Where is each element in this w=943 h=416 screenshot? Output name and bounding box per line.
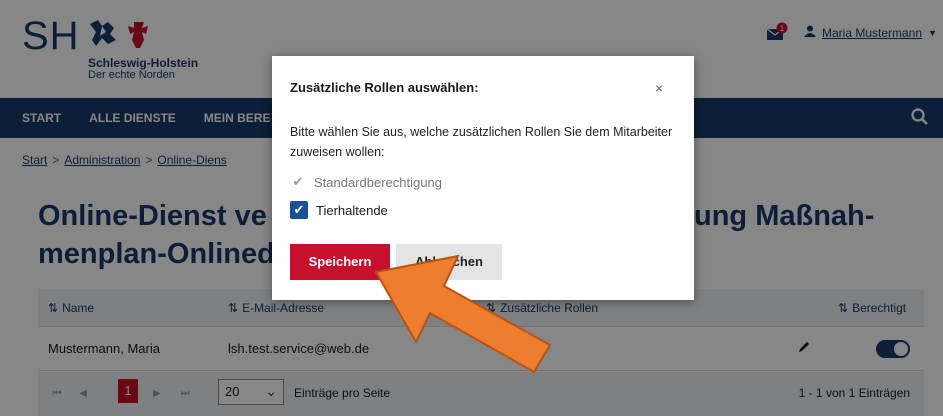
arrow-shape bbox=[374, 254, 552, 374]
annotation-arrow bbox=[374, 254, 552, 374]
